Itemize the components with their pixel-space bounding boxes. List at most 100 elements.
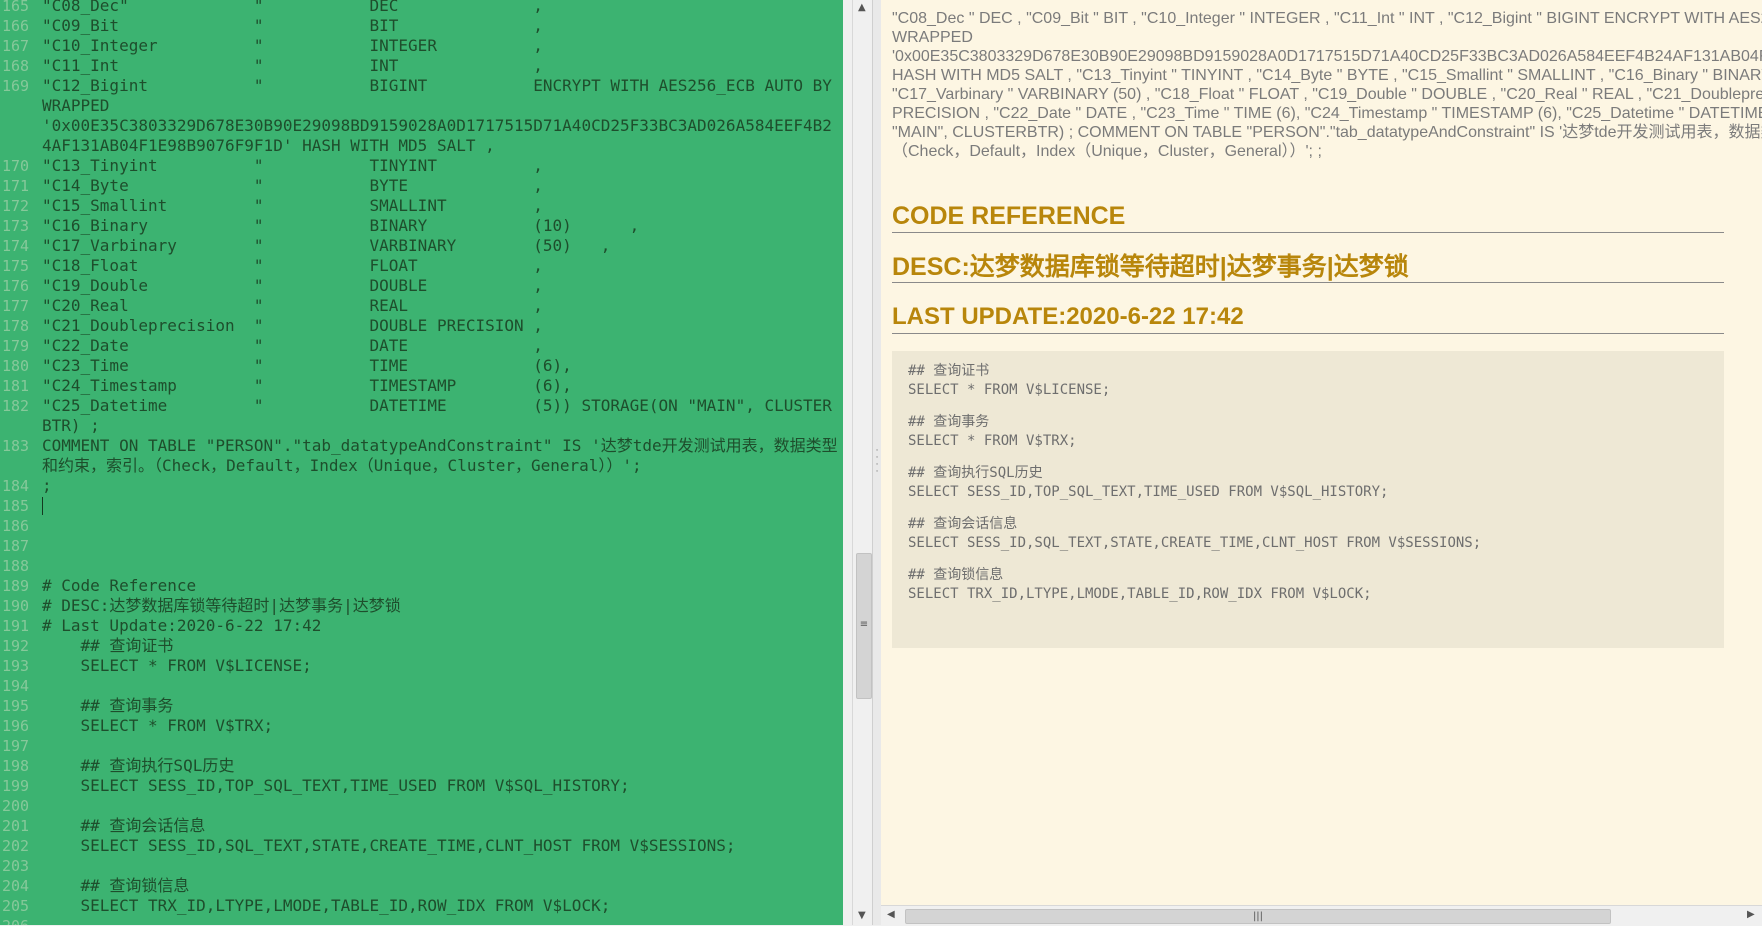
editor-line[interactable]: 169 "C12_Bigint " BIGINT ENCRYPT WITH AES… (0, 76, 843, 116)
editor-line[interactable]: 174 "C17_Varbinary " VARBINARY (50) , (0, 236, 843, 256)
editor-line[interactable]: 196 SELECT * FROM V$TRX; (0, 716, 843, 736)
editor-line[interactable]: 168 "C11_Int " INT , (0, 56, 843, 76)
line-text[interactable]: "C08_Dec" " DEC , (42, 0, 841, 16)
line-number: 170 (2, 157, 30, 175)
line-number: 193 (2, 657, 30, 675)
editor-line[interactable]: 190 # DESC:达梦数据库锁等待超时|达梦事务|达梦锁 (0, 596, 843, 616)
scroll-down-arrow-icon[interactable]: ▼ (858, 910, 866, 921)
editor-line[interactable]: 205 SELECT TRX_ID,LTYPE,LMODE,TABLE_ID,R… (0, 896, 843, 916)
line-text[interactable]: ## 查询会话信息 (42, 816, 841, 836)
line-text[interactable]: ## 查询锁信息 (42, 876, 841, 896)
line-text[interactable]: "C24_Timestamp " TIMESTAMP (6), (42, 376, 841, 396)
editor-line[interactable]: 175 "C18_Float " FLOAT , (0, 256, 843, 276)
line-text[interactable]: "C20_Real " REAL , (42, 296, 841, 316)
line-text[interactable]: "C21_Doubleprecision " DOUBLE PRECISION … (42, 316, 841, 336)
editor-line[interactable]: 186 (0, 516, 843, 536)
line-text[interactable]: "C09_Bit " BIT , (42, 16, 841, 36)
editor-line[interactable]: 199 SELECT SESS_ID,TOP_SQL_TEXT,TIME_USE… (0, 776, 843, 796)
preview-horizontal-scrollbar[interactable]: ◀ ||| ▶ (881, 905, 1762, 926)
editor-line[interactable]: 192 ## 查询证书 (0, 636, 843, 656)
line-text[interactable]: SELECT SESS_ID,TOP_SQL_TEXT,TIME_USED FR… (42, 776, 841, 796)
editor-line[interactable]: 183 COMMENT ON TABLE "PERSON"."tab_dataty… (0, 436, 843, 476)
line-text[interactable]: '0x00E35C3803329D678E30B90E29098BD915902… (42, 116, 841, 156)
line-text[interactable]: "C17_Varbinary " VARBINARY (50) , (42, 236, 841, 256)
line-text[interactable]: ## 查询事务 (42, 696, 841, 716)
line-number: 166 (2, 17, 30, 35)
scroll-right-arrow-icon[interactable]: ▶ (1747, 909, 1755, 920)
line-text[interactable]: SELECT TRX_ID,LTYPE,LMODE,TABLE_ID,ROW_I… (42, 896, 841, 916)
line-text[interactable]: "C16_Binary " BINARY (10) , (42, 216, 841, 236)
scroll-up-arrow-icon[interactable]: ▲ (858, 2, 866, 13)
editor-line[interactable]: 187 (0, 536, 843, 556)
editor-line[interactable]: 177 "C20_Real " REAL , (0, 296, 843, 316)
editor-line[interactable]: 173 "C16_Binary " BINARY (10) , (0, 216, 843, 236)
editor-line[interactable]: 202 SELECT SESS_ID,SQL_TEXT,STATE,CREATE… (0, 836, 843, 856)
editor-line[interactable]: 165 "C08_Dec" " DEC , (0, 0, 843, 16)
code-statement: SELECT * FROM V$TRX; (908, 433, 1077, 449)
scroll-left-arrow-icon[interactable]: ◀ (887, 909, 895, 920)
editor-line[interactable]: 179 "C22_Date " DATE , (0, 336, 843, 356)
code-statement: SELECT * FROM V$LICENSE; (908, 382, 1111, 398)
editor-line[interactable]: 194 (0, 676, 843, 696)
code-statement: SELECT SESS_ID,TOP_SQL_TEXT,TIME_USED FR… (908, 484, 1389, 500)
editor-line[interactable]: 172 "C15_Smallint " SMALLINT , (0, 196, 843, 216)
line-number: 197 (2, 737, 30, 755)
editor-line[interactable]: 197 (0, 736, 843, 756)
editor-line[interactable]: 198 ## 查询执行SQL历史 (0, 756, 843, 776)
line-text[interactable]: "C13_Tinyint " TINYINT , (42, 156, 841, 176)
editor-line[interactable]: 171 "C14_Byte " BYTE , (0, 176, 843, 196)
line-text[interactable]: "C11_Int " INT , (42, 56, 841, 76)
editor-line[interactable]: 166 "C09_Bit " BIT , (0, 16, 843, 36)
line-text[interactable]: SELECT * FROM V$TRX; (42, 716, 841, 736)
line-text[interactable]: "C18_Float " FLOAT , (42, 256, 841, 276)
editor-line[interactable]: 181 "C24_Timestamp " TIMESTAMP (6), (0, 376, 843, 396)
editor-line[interactable]: 182 "C25_Datetime " DATETIME (5)) STORAGE… (0, 396, 843, 436)
markdown-editor-pane[interactable]: 165 "C08_Dec" " DEC , 166 "C09_Bit " BIT ,1… (0, 0, 843, 925)
editor-line[interactable]: 189 # Code Reference (0, 576, 843, 596)
line-text[interactable]: "C15_Smallint " SMALLINT , (42, 196, 841, 216)
line-text[interactable]: "C14_Byte " BYTE , (42, 176, 841, 196)
line-text[interactable]: SELECT SESS_ID,SQL_TEXT,STATE,CREATE_TIM… (42, 836, 841, 856)
line-text[interactable]: ## 查询证书 (42, 636, 841, 656)
line-text[interactable]: ; (42, 476, 841, 496)
line-text[interactable]: # Last Update:2020-6-22 17:42 (42, 616, 841, 636)
horizontal-scroll-thumb[interactable]: ||| (905, 909, 1611, 924)
line-text[interactable]: "C19_Double " DOUBLE , (42, 276, 841, 296)
editor-vertical-scrollbar[interactable]: ▲ ≡ ▼ (852, 0, 873, 925)
line-number: 191 (2, 617, 30, 635)
line-text[interactable]: "C12_Bigint " BIGINT ENCRYPT WITH AES256… (42, 76, 841, 116)
line-text[interactable]: "C22_Date " DATE , (42, 336, 841, 356)
editor-line[interactable]: '0x00E35C3803329D678E30B90E29098BD915902… (0, 116, 843, 156)
line-text[interactable]: COMMENT ON TABLE "PERSON"."tab_datatypeA… (42, 436, 841, 476)
editor-line[interactable]: 185 (0, 496, 843, 516)
editor-line[interactable]: 204 ## 查询锁信息 (0, 876, 843, 896)
markdown-preview-pane[interactable]: "C08_Dec " DEC , "C09_Bit " BIT , "C10_I… (881, 0, 1762, 905)
heading-code-reference: CODE REFERENCE (892, 203, 1724, 233)
line-text[interactable]: # Code Reference (42, 576, 841, 596)
editor-line[interactable]: 176 "C19_Double " DOUBLE , (0, 276, 843, 296)
editor-line[interactable]: 191 # Last Update:2020-6-22 17:42 (0, 616, 843, 636)
line-text[interactable]: "C25_Datetime " DATETIME (5)) STORAGE(ON… (42, 396, 841, 436)
vertical-scroll-thumb[interactable]: ≡ (856, 553, 872, 699)
editor-line[interactable]: 200 (0, 796, 843, 816)
line-text[interactable]: SELECT * FROM V$LICENSE; (42, 656, 841, 676)
line-text[interactable]: "C23_Time " TIME (6), (42, 356, 841, 376)
editor-line[interactable]: 188 (0, 556, 843, 576)
editor-line[interactable]: 201 ## 查询会话信息 (0, 816, 843, 836)
editor-line[interactable]: 180 "C23_Time " TIME (6), (0, 356, 843, 376)
editor-line[interactable]: 193 SELECT * FROM V$LICENSE; (0, 656, 843, 676)
line-text[interactable]: ## 查询执行SQL历史 (42, 756, 841, 776)
editor-line[interactable]: 178 "C21_Doubleprecision " DOUBLE PRECISI… (0, 316, 843, 336)
editor-line[interactable]: 203 (0, 856, 843, 876)
line-text[interactable]: # DESC:达梦数据库锁等待超时|达梦事务|达梦锁 (42, 596, 841, 616)
code-lines[interactable]: 165 "C08_Dec" " DEC , 166 "C09_Bit " BIT ,1… (0, 0, 843, 925)
line-text[interactable]: "C10_Integer " INTEGER , (42, 36, 841, 56)
editor-line[interactable]: 206 (0, 916, 843, 925)
line-number: 167 (2, 37, 30, 55)
editor-line[interactable]: 170 "C13_Tinyint " TINYINT , (0, 156, 843, 176)
line-number: 188 (2, 557, 30, 575)
editor-line[interactable]: 167 "C10_Integer " INTEGER , (0, 36, 843, 56)
editor-line[interactable]: 184; (0, 476, 843, 496)
line-number: 206 (0, 916, 42, 925)
editor-line[interactable]: 195 ## 查询事务 (0, 696, 843, 716)
